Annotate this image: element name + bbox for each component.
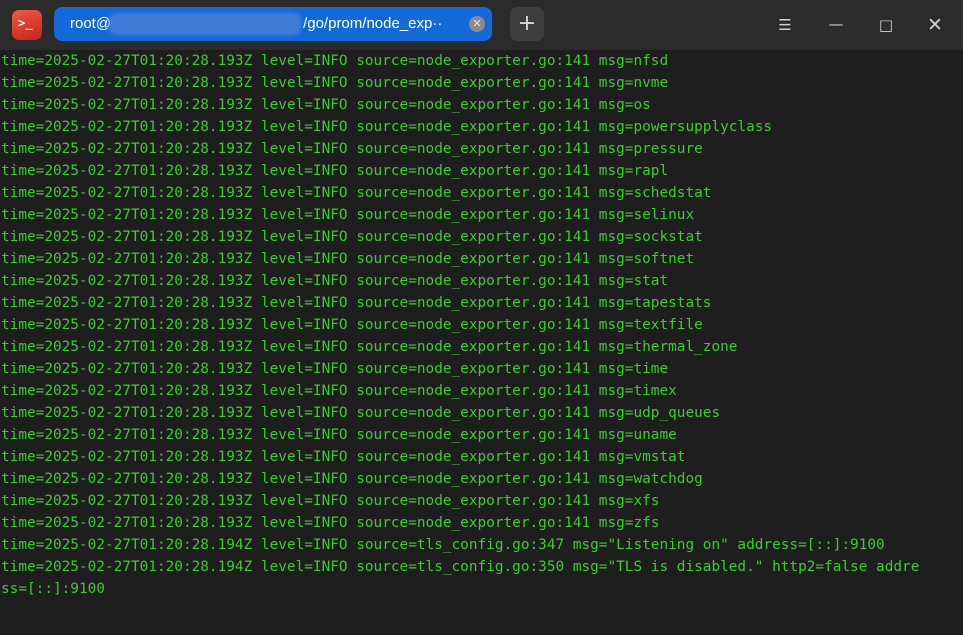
maximize-icon[interactable]: □ <box>872 11 900 39</box>
menu-icon[interactable]: ☰ <box>771 11 799 39</box>
terminal-line: time=2025-02-27T01:20:28.193Z level=INFO… <box>1 273 669 289</box>
terminal-line: time=2025-02-27T01:20:28.193Z level=INFO… <box>1 339 738 355</box>
title-bar: >_ root@ /go/prom/node_exp·· ✕ + ☰ — □ ✕ <box>0 0 963 50</box>
tab-title-suffix: /go/prom/node_exp·· <box>303 15 443 32</box>
terminal-output[interactable]: time=2025-02-27T01:20:28.193Z level=INFO… <box>0 50 963 635</box>
terminal-app-icon[interactable]: >_ <box>12 10 42 40</box>
terminal-line: time=2025-02-27T01:20:28.193Z level=INFO… <box>1 361 669 377</box>
terminal-line: time=2025-02-27T01:20:28.193Z level=INFO… <box>1 185 712 201</box>
terminal-line: time=2025-02-27T01:20:28.193Z level=INFO… <box>1 53 669 69</box>
terminal-line: time=2025-02-27T01:20:28.193Z level=INFO… <box>1 163 669 179</box>
terminal-line: time=2025-02-27T01:20:28.193Z level=INFO… <box>1 515 660 531</box>
terminal-line: time=2025-02-27T01:20:28.193Z level=INFO… <box>1 449 686 465</box>
terminal-line: time=2025-02-27T01:20:28.193Z level=INFO… <box>1 405 721 421</box>
minimize-icon[interactable]: — <box>822 11 850 39</box>
terminal-line: time=2025-02-27T01:20:28.193Z level=INFO… <box>1 141 703 157</box>
terminal-line: time=2025-02-27T01:20:28.193Z level=INFO… <box>1 427 677 443</box>
terminal-line: time=2025-02-27T01:20:28.193Z level=INFO… <box>1 317 703 333</box>
terminal-line: time=2025-02-27T01:20:28.193Z level=INFO… <box>1 75 669 91</box>
terminal-window: >_ root@/go/prom/node_exp·· ✕ + ☰ — □ ✕ … <box>0 0 963 635</box>
terminal-line: time=2025-02-27T01:20:28.193Z level=INFO… <box>1 229 703 245</box>
terminal-line: time=2025-02-27T01:20:28.193Z level=INFO… <box>1 295 712 311</box>
terminal-line: time=2025-02-27T01:20:28.194Z level=INFO… <box>1 537 885 553</box>
terminal-line: time=2025-02-27T01:20:28.193Z level=INFO… <box>1 119 773 135</box>
terminal-line: time=2025-02-27T01:20:28.193Z level=INFO… <box>1 383 677 399</box>
tab-title: root@ /go/prom/node_exp·· <box>70 7 442 41</box>
redacted-hostname <box>109 13 302 36</box>
terminal-line: ss=[::]:9100 <box>1 581 105 597</box>
tab-terminal-session[interactable]: root@ /go/prom/node_exp·· ✕ <box>54 7 492 41</box>
terminal-line: time=2025-02-27T01:20:28.193Z level=INFO… <box>1 493 660 509</box>
terminal-line: time=2025-02-27T01:20:28.193Z level=INFO… <box>1 471 703 487</box>
scrollbar[interactable] <box>959 50 963 635</box>
close-icon[interactable]: ✕ <box>921 11 949 39</box>
terminal-line: time=2025-02-27T01:20:28.194Z level=INFO… <box>1 559 920 575</box>
terminal-line: time=2025-02-27T01:20:28.193Z level=INFO… <box>1 207 695 223</box>
close-icon[interactable]: ✕ <box>469 16 485 32</box>
plus-icon[interactable]: + <box>510 7 544 41</box>
terminal-line: time=2025-02-27T01:20:28.193Z level=INFO… <box>1 251 695 267</box>
tab-title-prefix: root@ <box>70 15 112 32</box>
terminal-line: time=2025-02-27T01:20:28.193Z level=INFO… <box>1 97 651 113</box>
